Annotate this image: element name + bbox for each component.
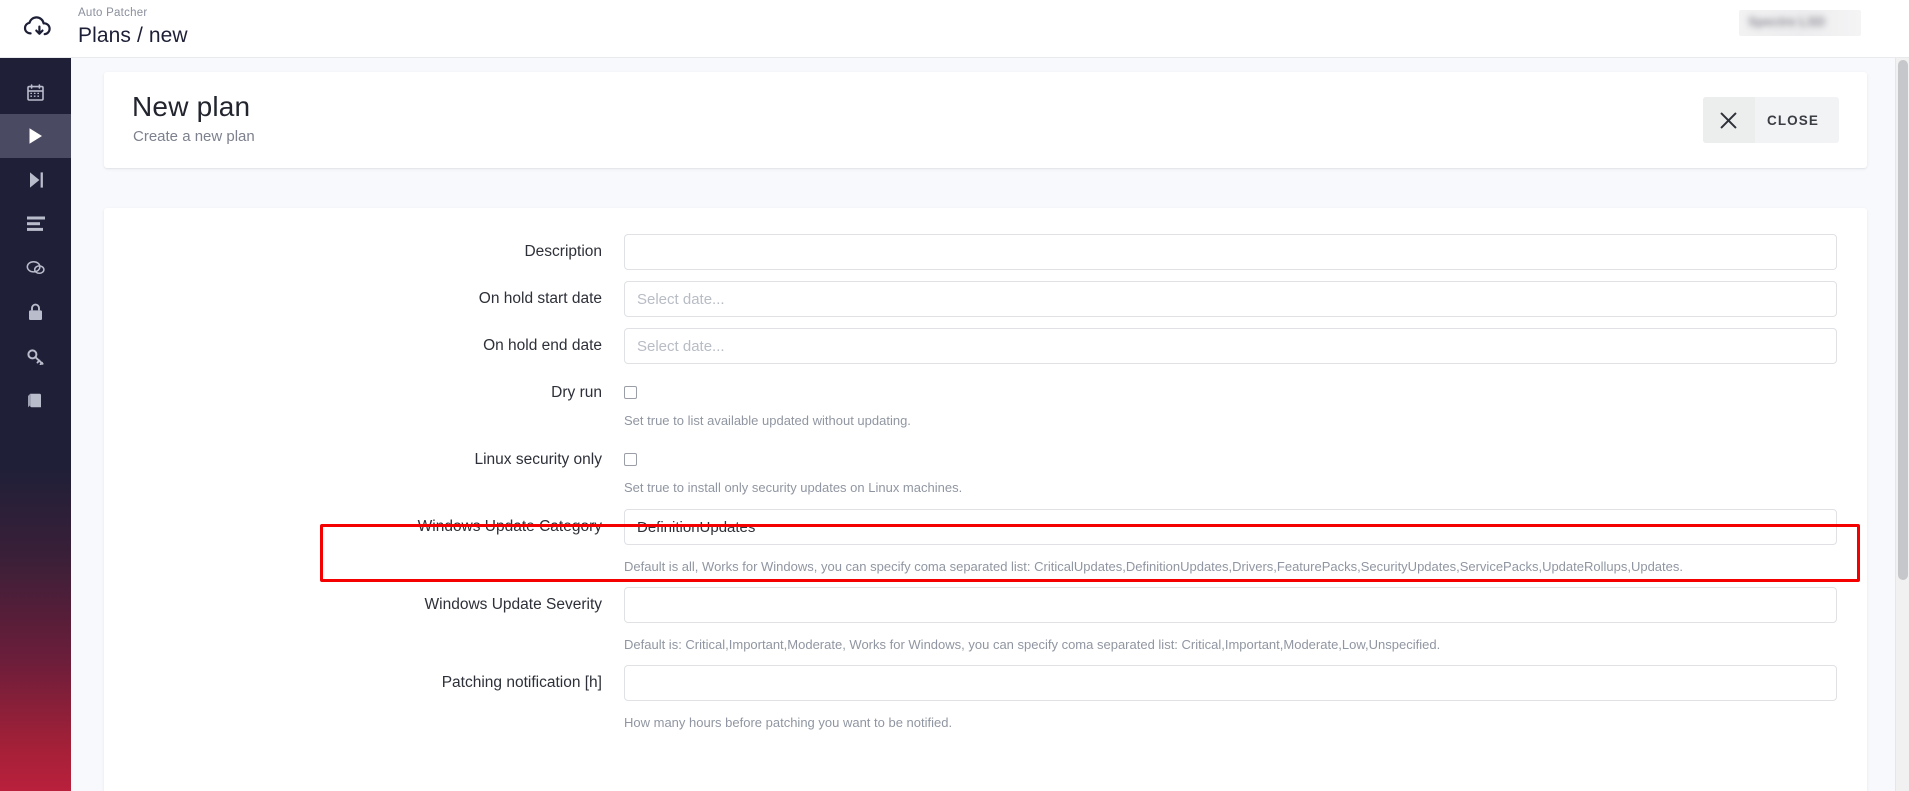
page-scrollbar[interactable] <box>1895 58 1909 791</box>
app-logo[interactable] <box>14 7 62 51</box>
field-row-on-hold-end-date: On hold end date <box>104 328 1867 364</box>
on-hold-end-date-input[interactable] <box>624 328 1837 364</box>
play-icon <box>27 127 44 145</box>
main-content: New plan Create a new plan CLOSE Descrip… <box>71 58 1909 791</box>
help-windows-update-severity: Default is: Critical,Important,Moderate,… <box>624 637 1441 652</box>
field-row-windows-update-severity: Windows Update Severity Default is: Crit… <box>104 587 1867 654</box>
key-icon <box>26 348 45 365</box>
user-menu[interactable]: Spectre LSD <box>1739 10 1861 36</box>
windows-update-category-input[interactable] <box>624 509 1837 545</box>
panel-form-card: Description On hold start date On hold e… <box>104 208 1867 791</box>
help-patching-notification: How many hours before patching you want … <box>624 715 953 730</box>
field-row-description: Description <box>104 234 1867 270</box>
field-row-patching-notification: Patching notification [h] How many hours… <box>104 665 1867 732</box>
close-button[interactable]: CLOSE <box>1702 97 1839 143</box>
book-icon <box>27 392 44 409</box>
field-row-linux-security-only: Linux security only Set true to install … <box>104 442 1867 497</box>
chat-icon <box>26 260 45 276</box>
label-windows-update-severity: Windows Update Severity <box>424 596 602 613</box>
breadcrumb-parent: Auto Patcher <box>78 7 148 19</box>
help-dry-run: Set true to list available updated witho… <box>624 413 911 428</box>
field-row-on-hold-start-date: On hold start date <box>104 281 1867 317</box>
sidebar-item-keys[interactable] <box>0 334 71 378</box>
field-row-dry-run: Dry run Set true to list available updat… <box>104 375 1867 430</box>
help-linux-security-only: Set true to install only security update… <box>624 480 963 495</box>
calendar-icon <box>27 83 44 101</box>
on-hold-start-date-input[interactable] <box>624 281 1837 317</box>
sidebar-item-steps[interactable] <box>0 158 71 202</box>
close-button-label: CLOSE <box>1766 112 1819 128</box>
top-bar: Auto Patcher Plans / new Spectre LSD <box>0 0 1909 58</box>
linux-security-only-checkbox[interactable] <box>624 453 637 466</box>
sidebar-item-calendar[interactable] <box>0 70 71 114</box>
page-scrollbar-thumb[interactable] <box>1898 60 1908 580</box>
cloud-download-icon <box>23 15 53 44</box>
field-row-windows-update-category: Windows Update Category Default is all, … <box>104 509 1867 576</box>
label-on-hold-start-date: On hold start date <box>478 290 602 307</box>
sidebar-item-docs[interactable] <box>0 378 71 422</box>
label-on-hold-end-date: On hold end date <box>483 337 602 354</box>
label-description: Description <box>524 243 602 260</box>
user-name-redacted: Spectre LSD <box>1748 14 1826 29</box>
label-patching-notification: Patching notification [h] <box>441 674 602 691</box>
windows-update-severity-input[interactable] <box>624 587 1837 623</box>
page-title: Plans / new <box>78 24 188 47</box>
lock-icon <box>28 303 43 321</box>
dry-run-checkbox[interactable] <box>624 386 637 399</box>
breadcrumb: Auto Patcher Plans / new <box>78 6 188 49</box>
help-windows-update-category: Default is all, Works for Windows, you c… <box>624 559 1683 574</box>
sidebar-item-runs[interactable] <box>0 114 71 158</box>
panel-title: New plan <box>132 91 251 122</box>
label-linux-security-only: Linux security only <box>474 451 602 468</box>
description-input[interactable] <box>624 234 1837 270</box>
list-icon <box>26 216 45 232</box>
step-forward-icon <box>28 171 44 189</box>
patching-notification-input[interactable] <box>624 665 1837 701</box>
sidebar-item-security[interactable] <box>0 290 71 334</box>
label-dry-run: Dry run <box>551 384 602 401</box>
panel-subtitle: Create a new plan <box>133 128 255 145</box>
label-windows-update-category: Windows Update Category <box>417 518 602 535</box>
sidebar-item-logs[interactable] <box>0 202 71 246</box>
sidebar-nav <box>0 58 71 791</box>
panel-header-card: New plan Create a new plan CLOSE <box>104 72 1867 168</box>
sidebar-item-messages[interactable] <box>0 246 71 290</box>
close-x-icon <box>1702 97 1755 143</box>
